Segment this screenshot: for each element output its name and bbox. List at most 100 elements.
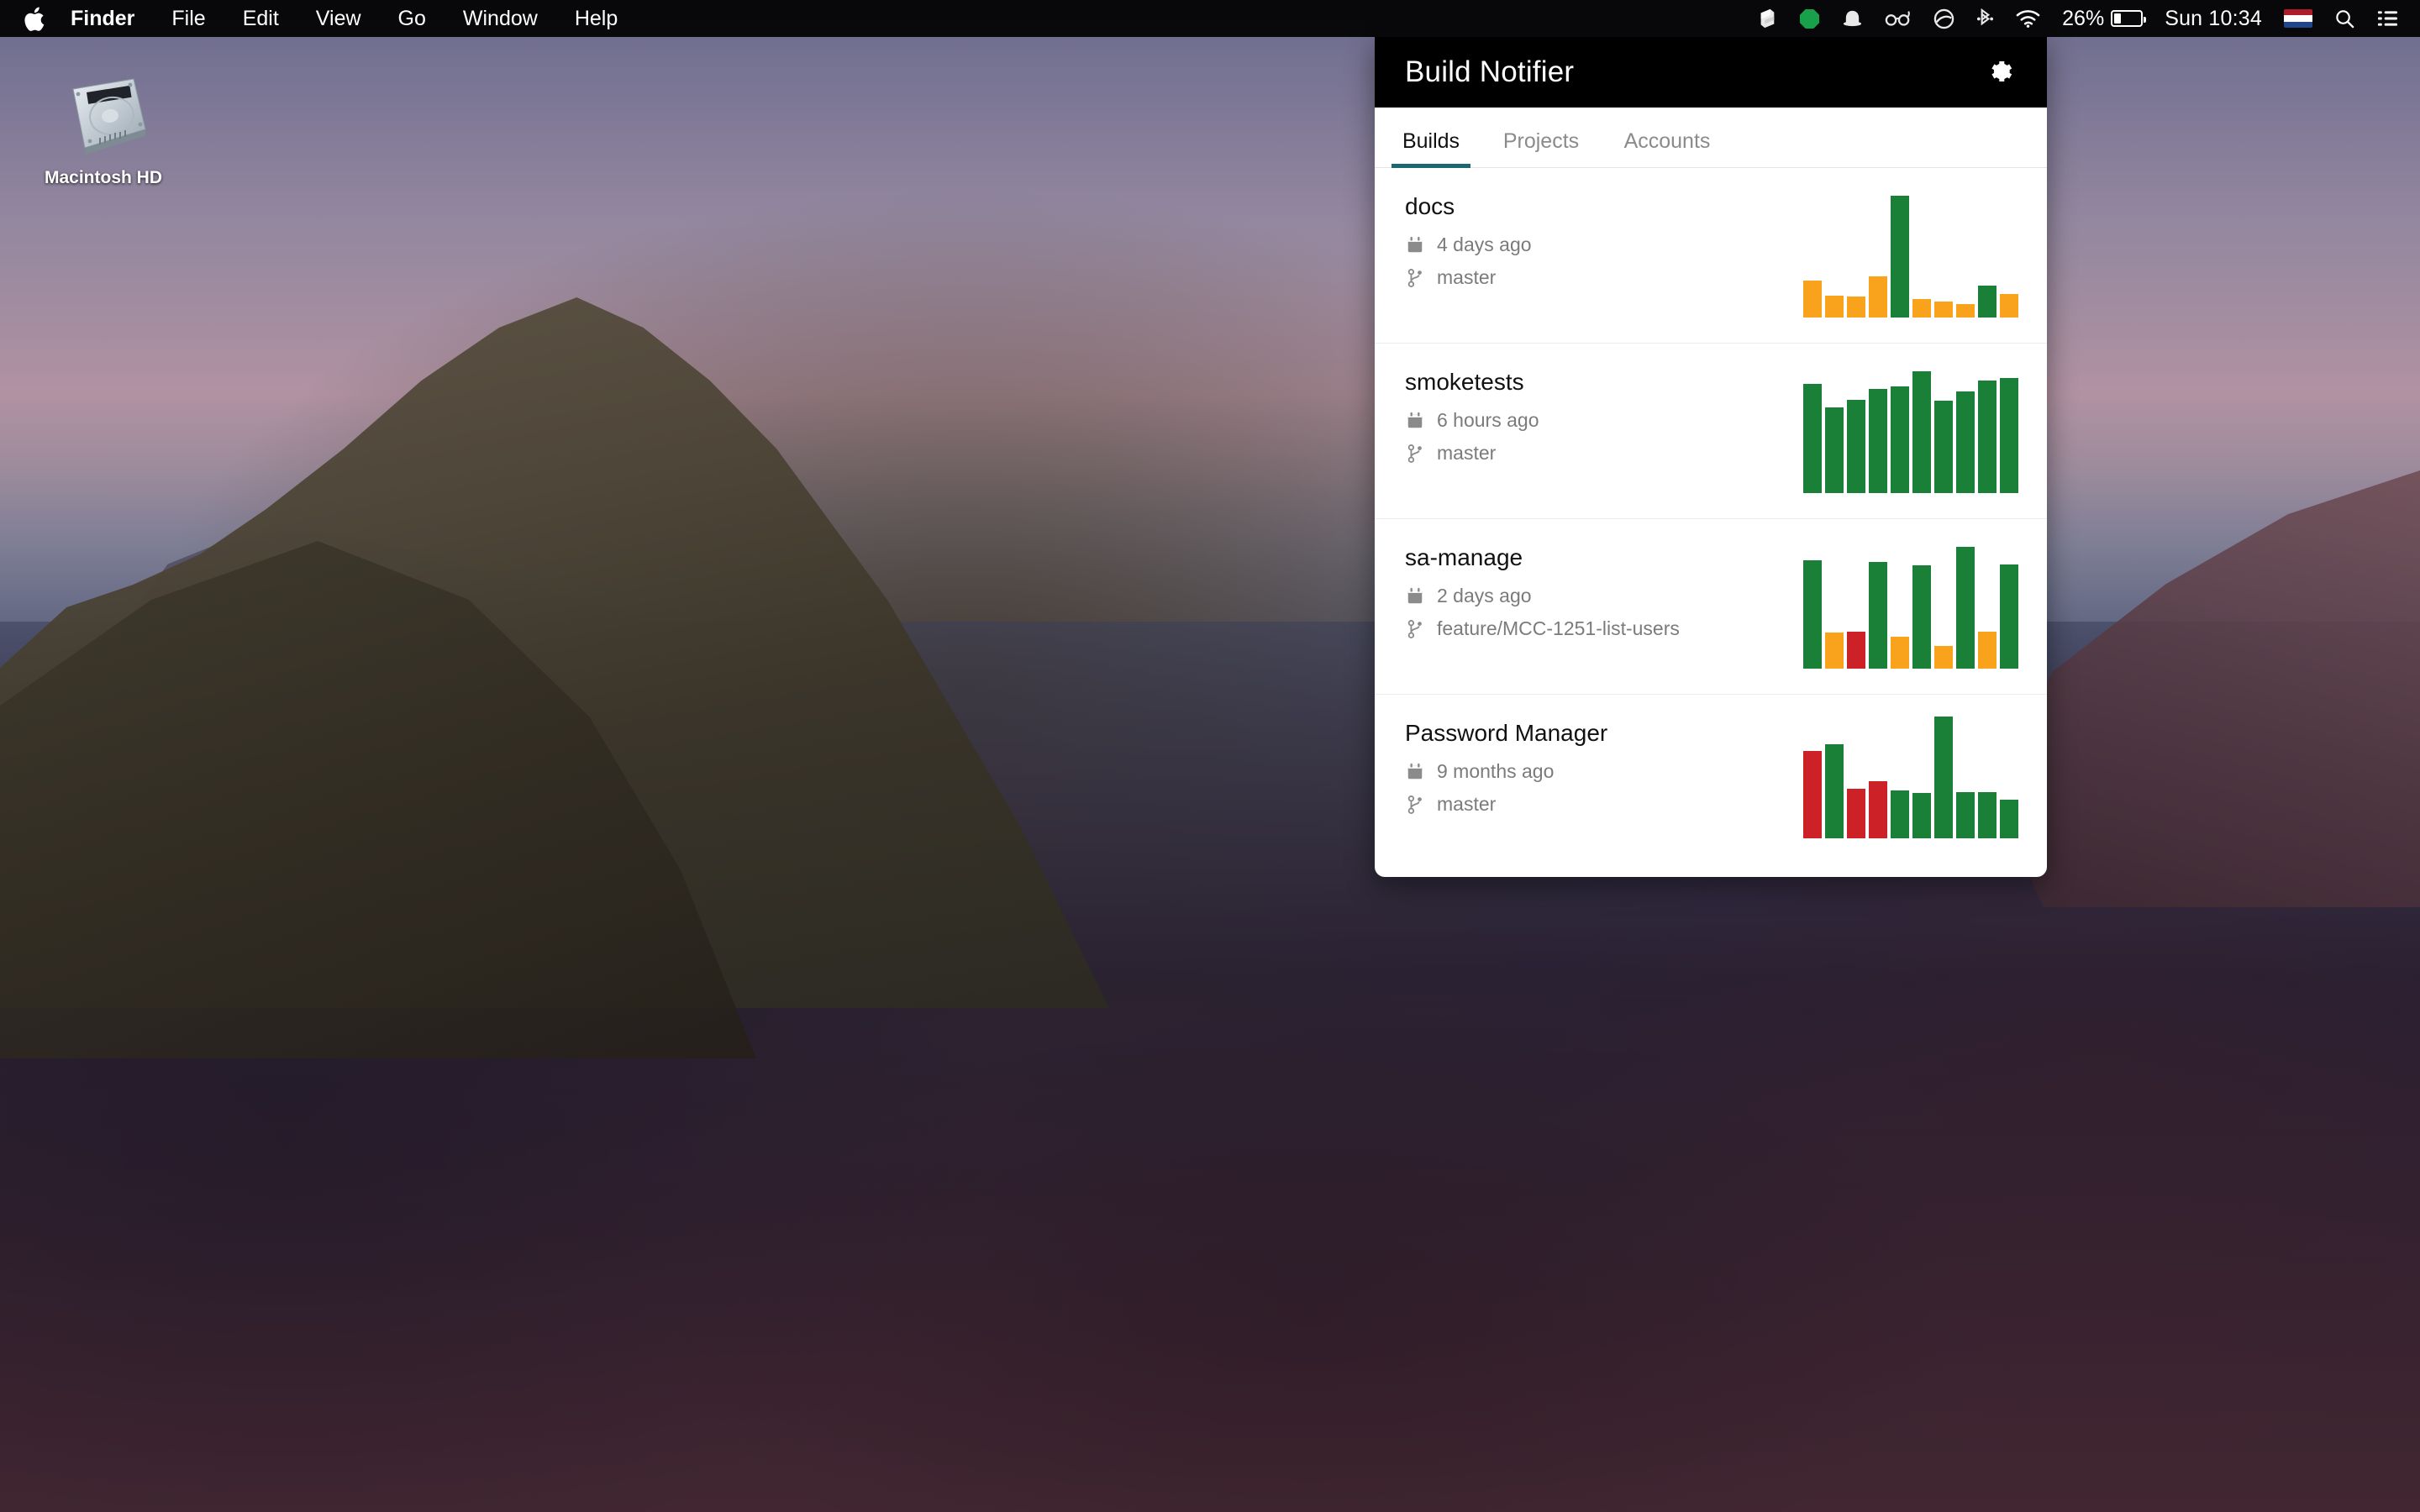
sparkline-bar bbox=[2000, 564, 2018, 669]
sparkline-bar bbox=[1956, 792, 1975, 838]
menu-item-finder[interactable]: Finder bbox=[52, 0, 153, 37]
build-name: smoketests bbox=[1405, 369, 1524, 395]
build-history-sparkline bbox=[1791, 196, 2018, 318]
tab-accounts[interactable]: Accounts bbox=[1608, 129, 1726, 167]
sparkline-bar bbox=[2000, 294, 2018, 318]
sparkline-bar bbox=[1825, 633, 1844, 669]
page-title: Build Notifier bbox=[1405, 55, 1575, 88]
sparkline-bar bbox=[1869, 276, 1887, 318]
sparkline-bar bbox=[2000, 378, 2018, 493]
battery-icon bbox=[2111, 10, 2147, 27]
battery-status[interactable]: 26% bbox=[2062, 7, 2147, 31]
menu-item-window[interactable]: Window bbox=[445, 0, 556, 37]
desktop-wallpaper bbox=[0, 0, 2420, 1512]
menu-item-go[interactable]: Go bbox=[380, 0, 445, 37]
build-branch-label: master bbox=[1437, 793, 1497, 815]
hard-drive-icon bbox=[55, 74, 152, 158]
sparkline-bar bbox=[1891, 386, 1909, 493]
build-name: sa-manage bbox=[1405, 544, 1523, 570]
oval-app-icon[interactable] bbox=[1933, 8, 1954, 29]
build-info: smoketests 6 hours ago master bbox=[1405, 365, 1791, 465]
menu-item-view[interactable]: View bbox=[297, 0, 380, 37]
sparkline-bar bbox=[1847, 297, 1865, 318]
sparkline-bar bbox=[2000, 800, 2018, 838]
git-branch-icon bbox=[1405, 443, 1425, 465]
menu-item-help[interactable]: Help bbox=[556, 0, 636, 37]
build-history-sparkline bbox=[1791, 547, 2018, 669]
build-row[interactable]: smoketests 6 hours ago master bbox=[1375, 344, 2047, 519]
build-row[interactable]: sa-manage 2 days ago feature/MCC-1251-list… bbox=[1375, 519, 2047, 695]
sparkline-bar bbox=[1847, 400, 1865, 493]
calendar-icon bbox=[1405, 234, 1425, 256]
glasses-icon[interactable] bbox=[1885, 10, 1912, 27]
build-branch-label: master bbox=[1437, 266, 1497, 288]
sparkline-bar bbox=[1803, 751, 1822, 838]
git-branch-icon bbox=[1405, 618, 1425, 640]
sparkline-bar bbox=[1803, 384, 1822, 493]
wifi-icon[interactable] bbox=[2016, 9, 2040, 28]
calendar-icon bbox=[1405, 761, 1425, 783]
sparkline-bar bbox=[1825, 407, 1844, 493]
sparkline-bar bbox=[1934, 401, 1953, 493]
netherlands-flag-icon[interactable] bbox=[2284, 9, 2312, 28]
bluetooth-icon[interactable] bbox=[1976, 8, 1994, 29]
sparkline-bar bbox=[1847, 632, 1865, 669]
sparkline-bar bbox=[1825, 744, 1844, 838]
sparkline-bar bbox=[1956, 391, 1975, 493]
search-icon[interactable] bbox=[2334, 8, 2355, 29]
desktop-icon-label: Macintosh HD bbox=[44, 168, 162, 187]
sparkline-bar bbox=[1847, 789, 1865, 838]
sparkline-bar bbox=[1934, 717, 1953, 838]
tab-projects[interactable]: Projects bbox=[1491, 129, 1591, 167]
sparkline-bar bbox=[1956, 547, 1975, 669]
build-branch-label: master bbox=[1437, 442, 1497, 464]
sparkline-bar bbox=[1978, 792, 1996, 838]
sparkline-bar bbox=[1891, 790, 1909, 838]
macos-menu-bar: Finder File Edit View Go Window Help 26%… bbox=[0, 0, 2420, 37]
sparkline-bar bbox=[1912, 565, 1931, 669]
sparkline-bar bbox=[1869, 562, 1887, 669]
menu-bar-clock[interactable]: Sun 10:34 bbox=[2165, 7, 2262, 31]
control-center-icon[interactable] bbox=[2377, 9, 2398, 28]
sparkline-bar bbox=[1912, 299, 1931, 318]
build-branch-line: feature/MCC-1251-list-users bbox=[1405, 617, 1791, 640]
panel-header: Build Notifier bbox=[1375, 37, 2047, 108]
sparkline-bar bbox=[1978, 286, 1996, 318]
calendar-icon bbox=[1405, 410, 1425, 432]
build-time-label: 9 months ago bbox=[1437, 760, 1555, 782]
build-history-sparkline bbox=[1791, 371, 2018, 493]
apple-logo-icon[interactable] bbox=[24, 6, 45, 31]
tab-builds[interactable]: Builds bbox=[1392, 129, 1470, 168]
green-octagon-icon[interactable] bbox=[1799, 8, 1820, 29]
build-branch-line: master bbox=[1405, 793, 1791, 816]
build-time-line: 4 days ago bbox=[1405, 234, 1791, 256]
build-branch-label: feature/MCC-1251-list-users bbox=[1437, 617, 1680, 639]
sparkline-bar bbox=[1912, 371, 1931, 493]
sparkline-bar bbox=[1803, 560, 1822, 669]
calendar-icon bbox=[1405, 585, 1425, 607]
sparkline-bar bbox=[1869, 389, 1887, 493]
git-branch-icon bbox=[1405, 267, 1425, 289]
build-info: Password Manager 9 months ago master bbox=[1405, 717, 1791, 816]
gear-icon[interactable] bbox=[1983, 55, 2018, 90]
build-time-line: 2 days ago bbox=[1405, 585, 1791, 607]
sparkline-bar bbox=[1891, 196, 1909, 318]
cube-app-icon[interactable] bbox=[1757, 8, 1777, 29]
build-time-line: 9 months ago bbox=[1405, 760, 1791, 783]
menu-item-file[interactable]: File bbox=[153, 0, 224, 37]
sparkline-bar bbox=[1956, 304, 1975, 318]
menu-bar-status-group: 26% Sun 10:34 bbox=[1757, 7, 2420, 31]
build-row[interactable]: docs 4 days ago master bbox=[1375, 168, 2047, 344]
build-branch-line: master bbox=[1405, 442, 1791, 465]
build-time-line: 6 hours ago bbox=[1405, 409, 1791, 432]
bell-icon[interactable] bbox=[1842, 8, 1863, 29]
build-branch-line: master bbox=[1405, 266, 1791, 289]
sparkline-bar bbox=[1869, 781, 1887, 838]
git-branch-icon bbox=[1405, 794, 1425, 816]
desktop-icon-macintosh-hd[interactable]: Macintosh HD bbox=[32, 74, 175, 188]
sparkline-bar bbox=[1803, 281, 1822, 318]
menu-bar-left-group: Finder File Edit View Go Window Help bbox=[0, 0, 636, 37]
build-info: sa-manage 2 days ago feature/MCC-1251-list… bbox=[1405, 541, 1791, 640]
menu-item-edit[interactable]: Edit bbox=[224, 0, 297, 37]
build-row[interactable]: Password Manager 9 months ago master bbox=[1375, 695, 2047, 877]
